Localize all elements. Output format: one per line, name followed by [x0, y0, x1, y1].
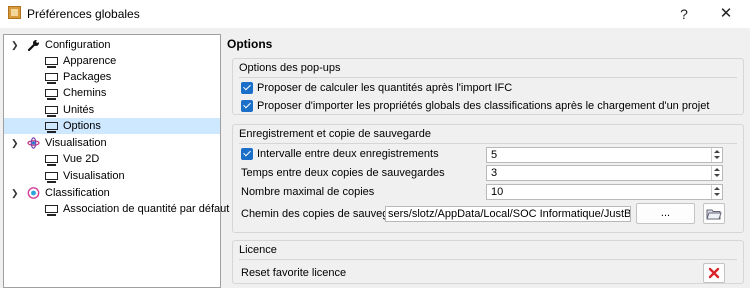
title-bar: Préférences globales ? ✕ [0, 0, 750, 28]
tree-item-visualisation[interactable]: ❯ Visualisation [4, 135, 220, 151]
spin-arrows-icon[interactable] [711, 185, 722, 199]
chevron-down-icon[interactable]: ❯ [11, 40, 21, 50]
tree-item-visualisation-sub[interactable]: Visualisation [4, 168, 220, 184]
monitor-icon [45, 155, 58, 166]
tree-item-label: Options [63, 120, 101, 132]
monitor-icon [45, 57, 58, 68]
monitor-icon [45, 73, 58, 84]
options-panel: Options Options des pop-ups Proposer de … [222, 28, 750, 288]
tree-item-label: Vue 2D [63, 153, 100, 165]
tree-item-label: Association de quantité par défaut [63, 203, 230, 215]
max-copies-spinbox[interactable]: 10 [486, 184, 723, 200]
page-title: Options [227, 37, 273, 51]
monitor-icon [45, 172, 58, 183]
tree-item-packages[interactable]: Packages [4, 69, 220, 85]
monitor-icon [45, 122, 58, 133]
backup-path-input[interactable]: sers/slotz/AppData/Local/SOC Informatiqu… [385, 206, 631, 222]
group-title: Enregistrement et copie de sauvegarde [239, 128, 432, 140]
monitor-icon [45, 205, 58, 216]
reset-licence-button[interactable] [703, 263, 725, 283]
backup-path-value: sers/slotz/AppData/Local/SOC Informatiqu… [388, 208, 631, 220]
popups-group: Options des pop-ups Proposer de calculer… [232, 58, 744, 115]
tree-item-label: Unités [63, 104, 95, 116]
tree-item-label: Configuration [45, 39, 111, 51]
tree-item-label: Visualisation [63, 170, 125, 182]
help-button[interactable]: ? [664, 0, 704, 28]
spin-arrows-icon[interactable] [711, 148, 722, 162]
divider [239, 77, 737, 78]
tree-item-classification[interactable]: ❯ Classification [4, 185, 220, 201]
divider [239, 143, 737, 144]
app-icon [8, 6, 21, 19]
tree-item-chemins[interactable]: Chemins [4, 85, 220, 101]
import-properties-label: Proposer d'importer les propriétés globa… [257, 100, 710, 112]
preferences-tree: ❯ Configuration Apparence Packages Chemi… [3, 34, 229, 288]
chevron-down-icon[interactable]: ❯ [11, 188, 21, 198]
close-button[interactable]: ✕ [706, 0, 746, 28]
classification-icon [27, 187, 40, 199]
interval-label: Intervalle entre deux enregistrements [257, 148, 439, 160]
copies-time-label: Temps entre deux copies de sauvegardes [241, 167, 445, 179]
interval-spinbox[interactable]: 5 [486, 147, 723, 163]
divider [239, 259, 737, 260]
group-title: Options des pop-ups [239, 62, 341, 74]
spin-arrows-icon[interactable] [711, 166, 722, 180]
tree-item-vue-2d[interactable]: Vue 2D [4, 151, 220, 167]
group-title: Licence [239, 244, 277, 256]
red-x-icon [708, 267, 720, 279]
window-title: Préférences globales [27, 7, 140, 21]
open-folder-button[interactable] [703, 203, 725, 224]
spin-value: 10 [491, 186, 504, 198]
tree-item-label: Classification [45, 187, 110, 199]
reset-licence-label: Reset favorite licence [241, 267, 347, 279]
spin-value: 3 [491, 167, 498, 179]
tree-item-configuration[interactable]: ❯ Configuration [4, 37, 220, 53]
browse-button[interactable]: ... [636, 203, 695, 224]
import-properties-checkbox[interactable] [241, 100, 253, 112]
visualisation-icon [27, 137, 40, 149]
calc-quantities-label: Proposer de calculer les quantités après… [257, 82, 513, 94]
tree-item-label: Visualisation [45, 137, 107, 149]
chevron-down-icon[interactable]: ❯ [11, 138, 21, 148]
copies-time-spinbox[interactable]: 3 [486, 165, 723, 181]
tree-item-association-quantite[interactable]: Association de quantité par défaut [4, 201, 229, 217]
interval-checkbox[interactable] [241, 148, 253, 160]
tree-item-label: Chemins [63, 87, 107, 99]
max-copies-label: Nombre maximal de copies [241, 186, 375, 198]
wrench-icon [27, 40, 39, 51]
folder-icon [706, 209, 722, 220]
tree-item-label: Apparence [63, 55, 117, 67]
licence-group: Licence Reset favorite licence [232, 240, 744, 284]
tree-item-label: Packages [63, 71, 112, 83]
calc-quantities-checkbox[interactable] [241, 82, 253, 94]
monitor-icon [45, 106, 58, 117]
tree-item-options[interactable]: Options [4, 118, 220, 134]
tree-item-unites[interactable]: Unités [4, 102, 220, 118]
monitor-icon [45, 89, 58, 100]
tree-item-apparence[interactable]: Apparence [4, 53, 220, 69]
backup-group: Enregistrement et copie de sauvegarde In… [232, 124, 744, 233]
spin-value: 5 [491, 149, 498, 161]
